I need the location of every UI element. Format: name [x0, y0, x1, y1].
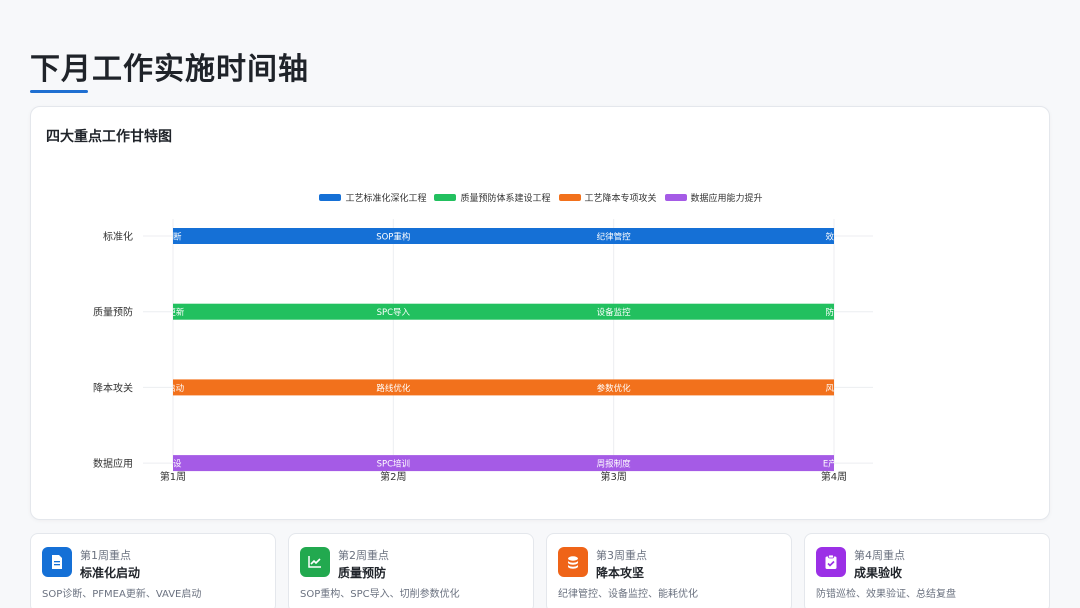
- week-heading: 降本攻坚: [596, 566, 645, 580]
- bar-label: 诊断: [164, 232, 182, 243]
- week-desc: 防错巡检、效果验证、总结复盘: [816, 589, 956, 600]
- gantt-bar: [173, 303, 834, 320]
- week-cards: 第1周重点 标准化启动 SOP诊断、PFMEA更新、VAVE启动 第2周重点 质…: [30, 533, 1050, 608]
- week-card-4: 第4周重点 成果验收 防错巡检、效果验证、总结复盘: [804, 533, 1050, 608]
- trend-chart-icon: [300, 547, 330, 577]
- bar-label: 建设: [164, 459, 182, 470]
- clipboard-check-icon: [816, 547, 846, 577]
- gantt-bar: [173, 455, 834, 472]
- week-desc: SOP诊断、PFMEA更新、VAVE启动: [42, 589, 202, 600]
- week-label: 第2周重点: [338, 549, 389, 562]
- y-tick-label: 降本攻关: [93, 381, 133, 394]
- bar-label: 参数优化: [597, 383, 632, 394]
- gantt-bar: [173, 379, 834, 396]
- week-label: 第1周重点: [80, 549, 131, 562]
- week-desc: 纪律管控、设备监控、能耗优化: [558, 589, 698, 600]
- gantt-chart: 诊断 SOP重构 纪律管控 效果A更新 SPC导入 设备监控 防错E启动 路线优化 参数优化 风险…: [93, 219, 873, 483]
- week-heading: 质量预防: [338, 566, 387, 580]
- bar-label: 周报制度: [597, 459, 632, 470]
- bar-label: 路线优化: [376, 383, 411, 394]
- x-tick-label: 第2周: [380, 470, 406, 483]
- bar-label: SOP重构: [376, 232, 410, 243]
- x-tick-label: 第4周: [821, 470, 847, 483]
- bar-label: E产品: [823, 459, 845, 470]
- coins-icon: [558, 547, 588, 577]
- document-icon: [42, 547, 72, 577]
- y-tick-label: 标准化: [103, 230, 133, 243]
- bar-label: E启动: [162, 383, 185, 394]
- bar-label: SPC导入: [377, 308, 411, 318]
- title-underline: [30, 90, 88, 93]
- week-heading: 成果验收: [854, 566, 903, 580]
- week-heading: 标准化启动: [80, 566, 141, 580]
- x-tick-label: 第3周: [600, 470, 626, 483]
- week-label: 第3周重点: [596, 549, 647, 562]
- week-desc: SOP重构、SPC导入、切削参数优化: [300, 589, 460, 600]
- week-label: 第4周重点: [854, 549, 905, 562]
- bar-label: A更新: [162, 307, 185, 318]
- gantt-bar: [173, 228, 834, 244]
- gantt-chart-card: 四大重点工作甘特图 工艺标准化深化工程 质量预防体系建设工程 工艺降本专项攻关 数据应…: [30, 106, 1050, 520]
- bar-label: 纪律管控: [597, 232, 632, 243]
- bar-label: 设备监控: [597, 307, 632, 318]
- y-tick-label: 数据应用: [93, 457, 133, 470]
- page-title: 下月工作实施时间轴: [30, 52, 309, 87]
- y-tick-label: 质量预防: [93, 306, 133, 319]
- week-card-1: 第1周重点 标准化启动 SOP诊断、PFMEA更新、VAVE启动: [30, 533, 276, 608]
- week-card-3: 第3周重点 降本攻坚 纪律管控、设备监控、能耗优化: [546, 533, 792, 608]
- x-tick-label: 第1周: [160, 470, 186, 483]
- bar-label: SPC培训: [377, 459, 410, 470]
- week-card-2: 第2周重点 质量预防 SOP重构、SPC导入、切削参数优化: [288, 533, 534, 608]
